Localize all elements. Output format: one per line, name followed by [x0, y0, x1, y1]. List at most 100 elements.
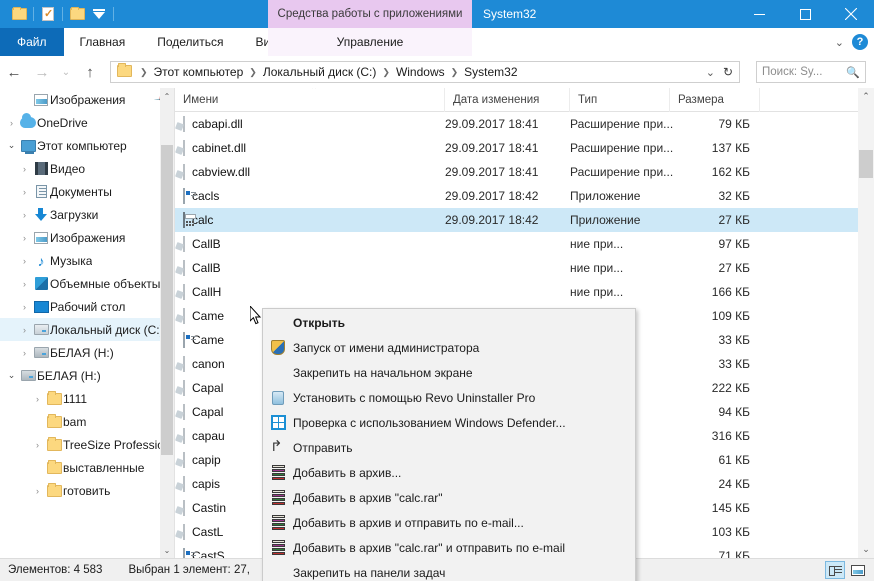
expander-icon[interactable]: ›	[17, 348, 32, 358]
expander-icon[interactable]: ›	[17, 164, 32, 174]
breadcrumb-separator[interactable]: ❯	[447, 67, 463, 78]
sidebar-item-7[interactable]: › ♪ Музыка	[0, 249, 174, 272]
sidebar-item-16[interactable]: выставленные	[0, 456, 174, 479]
context-menu-item-7[interactable]: Добавить в архив "calc.rar"	[263, 485, 635, 510]
expander-icon[interactable]: ›	[30, 394, 45, 404]
expander-icon[interactable]: ⌄	[4, 370, 19, 381]
sidebar-item-8[interactable]: › Объемные объекты	[0, 272, 174, 295]
expander-icon[interactable]: ›	[17, 187, 32, 197]
minimize-button[interactable]	[736, 0, 782, 28]
breadcrumb-separator[interactable]: ❯	[245, 67, 261, 78]
context-menu-item-9[interactable]: Добавить в архив "calc.rar" и отправить …	[263, 535, 635, 560]
table-row[interactable]: CallH ние при... 166 КБ	[175, 280, 874, 304]
sidebar-item-12[interactable]: ⌄ БЕЛАЯ (H:)	[0, 364, 174, 387]
breadcrumb-item-2[interactable]: Windows	[394, 65, 447, 79]
chevron-up-icon[interactable]: ⌃	[160, 88, 174, 104]
context-menu-item-8[interactable]: Добавить в архив и отправить по e-mail..…	[263, 510, 635, 535]
sidebar-item-5[interactable]: › Загрузки	[0, 203, 174, 226]
forward-arrow-icon[interactable]: →	[28, 57, 56, 87]
tab-home[interactable]: Главная	[63, 28, 142, 56]
column-header-date-label: Дата изменения	[453, 94, 540, 106]
chevron-down-icon[interactable]: ⌄	[835, 36, 844, 49]
sidebar-item-1[interactable]: › OneDrive	[0, 111, 174, 134]
divider	[62, 7, 63, 21]
table-row[interactable]: CallB ние при... 27 КБ	[175, 256, 874, 280]
scrollbar-thumb[interactable]	[859, 150, 873, 178]
tab-share[interactable]: Поделиться	[141, 28, 240, 56]
context-menu-item-0[interactable]: Открыть	[263, 310, 635, 335]
expander-icon[interactable]: ›	[17, 233, 32, 243]
recent-locations-icon[interactable]: ⌄	[56, 57, 76, 87]
context-menu-item-4[interactable]: Проверка с использованием Windows Defend…	[263, 410, 635, 435]
expander-icon[interactable]: ⌄	[4, 140, 19, 151]
breadcrumb-item-1[interactable]: Локальный диск (C:)	[261, 65, 379, 79]
chevron-up-icon[interactable]: ⌃	[858, 88, 874, 105]
breadcrumb-separator[interactable]: ❯	[378, 67, 394, 78]
sidebar-item-11[interactable]: › БЕЛАЯ (H:)	[0, 341, 174, 364]
column-header-size[interactable]: Размера	[670, 88, 760, 112]
customize-dropdown-icon[interactable]	[88, 3, 110, 25]
table-row[interactable]: cabinet.dll 29.09.2017 18:41 Расширение пр…	[175, 136, 874, 160]
expander-icon[interactable]: ›	[17, 210, 32, 220]
breadcrumb-item-3[interactable]: System32	[462, 65, 519, 79]
sidebar-item-9[interactable]: › Рабочий стол	[0, 295, 174, 318]
sidebar-item-4[interactable]: › Документы	[0, 180, 174, 203]
table-row[interactable]: cabview.dll 29.09.2017 18:41 Расширение пр…	[175, 160, 874, 184]
up-arrow-icon[interactable]: ↑	[76, 57, 104, 87]
address-breadcrumb-bar[interactable]: ❯ Этот компьютер ❯ Локальный диск (C:) ❯…	[110, 61, 740, 83]
table-row[interactable]: cacls 29.09.2017 18:42 Приложение 32 КБ	[175, 184, 874, 208]
chevron-down-icon[interactable]: ⌄	[858, 541, 874, 558]
navigation-pane[interactable]: Изображения📌 › OneDrive ⌄ Этот компьютер › Вид…	[0, 88, 174, 558]
context-menu-item-1[interactable]: Запуск от имени администратора	[263, 335, 635, 360]
details-view-icon[interactable]	[825, 561, 845, 579]
column-header-type[interactable]: Тип	[570, 88, 670, 112]
search-icon[interactable]: 🔍	[846, 66, 860, 79]
sidebar-item-15[interactable]: › TreeSize Professional	[0, 433, 174, 456]
properties-icon[interactable]	[37, 3, 59, 25]
large-icons-view-icon[interactable]	[848, 561, 868, 579]
context-menu-item-2[interactable]: Закрепить на начальном экране	[263, 360, 635, 385]
sidebar-item-10[interactable]: › Локальный диск (C:)	[0, 318, 174, 341]
table-row[interactable]: CallB ние при... 97 КБ	[175, 232, 874, 256]
expander-icon[interactable]: ›	[17, 325, 32, 335]
context-menu-item-3[interactable]: Установить с помощью Revo Uninstaller Pr…	[263, 385, 635, 410]
expander-icon[interactable]: ›	[17, 302, 32, 312]
expander-icon[interactable]: ›	[17, 256, 32, 266]
table-row[interactable]: cabapi.dll 29.09.2017 18:41 Расширение при…	[175, 112, 874, 136]
sidebar-item-2[interactable]: ⌄ Этот компьютер	[0, 134, 174, 157]
sidebar-item-6[interactable]: › Изображения	[0, 226, 174, 249]
expander-icon[interactable]: ›	[30, 486, 45, 496]
tab-manage[interactable]: Управление	[268, 28, 472, 56]
refresh-icon[interactable]: ↻	[723, 65, 733, 79]
close-button[interactable]	[828, 0, 874, 28]
context-menu[interactable]: Открыть Запуск от имени администратора Зак…	[262, 308, 636, 581]
context-menu-item-10[interactable]: Закрепить на панели задач	[263, 560, 635, 581]
expander-icon[interactable]: ›	[30, 440, 45, 450]
folder-icon[interactable]	[8, 3, 30, 25]
sidebar-item-14[interactable]: bam	[0, 410, 174, 433]
table-row[interactable]: calc 29.09.2017 18:42 Приложение 27 КБ	[175, 208, 874, 232]
breadcrumb-item-0[interactable]: Этот компьютер	[152, 65, 246, 79]
column-header-name[interactable]: Имени	[175, 88, 445, 112]
navigation-pane-scrollbar[interactable]: ⌃ ⌄	[160, 88, 174, 558]
maximize-button[interactable]	[782, 0, 828, 28]
file-list-scrollbar[interactable]: ⌃ ⌄	[858, 88, 874, 558]
sidebar-item-17[interactable]: › готовить	[0, 479, 174, 502]
sidebar-item-3[interactable]: › Видео	[0, 157, 174, 180]
sidebar-item-0[interactable]: Изображения📌	[0, 88, 174, 111]
tab-file[interactable]: Файл	[0, 28, 64, 56]
help-icon[interactable]: ?	[852, 34, 868, 50]
new-folder-icon[interactable]	[66, 3, 88, 25]
back-arrow-icon[interactable]: ←	[0, 57, 28, 87]
context-menu-item-5[interactable]: Отправить	[263, 435, 635, 460]
context-menu-item-6[interactable]: Добавить в архив...	[263, 460, 635, 485]
chevron-down-icon[interactable]: ⌄	[706, 66, 715, 79]
scrollbar-thumb[interactable]	[161, 145, 173, 455]
chevron-down-icon[interactable]: ⌄	[160, 542, 174, 558]
expander-icon[interactable]: ›	[17, 279, 32, 289]
column-header-date[interactable]: Дата изменения	[445, 88, 570, 112]
sidebar-item-13[interactable]: › 1111	[0, 387, 174, 410]
sidebar-item-label: bam	[63, 414, 87, 429]
search-input[interactable]: Поиск: Sy... 🔍	[756, 61, 866, 83]
expander-icon[interactable]: ›	[4, 118, 19, 128]
